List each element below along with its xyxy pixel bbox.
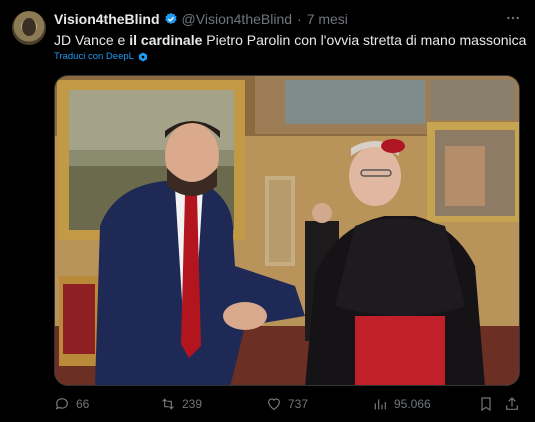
repost-count: 239 (182, 397, 203, 411)
reply-button[interactable]: 66 (54, 396, 89, 412)
tweet[interactable]: Vision4theBlind @Vision4theBlind · 7 mes… (0, 0, 535, 422)
tweet-text-part1: JD Vance e (54, 32, 130, 48)
tweet-text: JD Vance e il cardinale Pietro Parolin c… (54, 31, 526, 49)
timestamp[interactable]: 7 mesi (307, 11, 348, 27)
like-icon (268, 398, 280, 411)
share-icon (506, 397, 518, 410)
share-button[interactable] (504, 396, 526, 412)
tweet-header: Vision4theBlind @Vision4theBlind · 7 mes… (54, 10, 348, 28)
verified-badge-icon (164, 12, 178, 26)
reply-count: 66 (76, 397, 90, 411)
separator-dot: · (297, 11, 302, 27)
deepl-icon (138, 52, 148, 62)
avatar[interactable] (12, 11, 46, 45)
tweet-photo[interactable] (54, 75, 520, 386)
tweet-text-part2: Pietro Parolin con l'ovvia stretta di ma… (202, 32, 527, 48)
tweet-text-bold: il cardinale (129, 32, 203, 48)
photo-scene (55, 76, 519, 385)
author-name[interactable]: Vision4theBlind (54, 11, 160, 27)
bookmark-button[interactable] (478, 396, 500, 412)
author-handle[interactable]: @Vision4theBlind (182, 11, 292, 27)
action-bar: 66 239 737 95.066 (54, 396, 524, 414)
reply-icon (55, 398, 68, 410)
views-icon (374, 399, 386, 410)
bookmark-icon (481, 397, 491, 412)
repost-button[interactable]: 239 (160, 396, 202, 412)
translate-link[interactable]: Traduci con DeepL (54, 51, 148, 62)
views-button[interactable]: 95.066 (372, 396, 431, 412)
views-count: 95.066 (394, 397, 431, 411)
repost-icon (162, 398, 174, 410)
like-count: 737 (288, 397, 309, 411)
translate-label[interactable]: Traduci con DeepL (54, 51, 134, 62)
more-icon[interactable] (503, 10, 523, 28)
like-button[interactable]: 737 (266, 396, 308, 412)
